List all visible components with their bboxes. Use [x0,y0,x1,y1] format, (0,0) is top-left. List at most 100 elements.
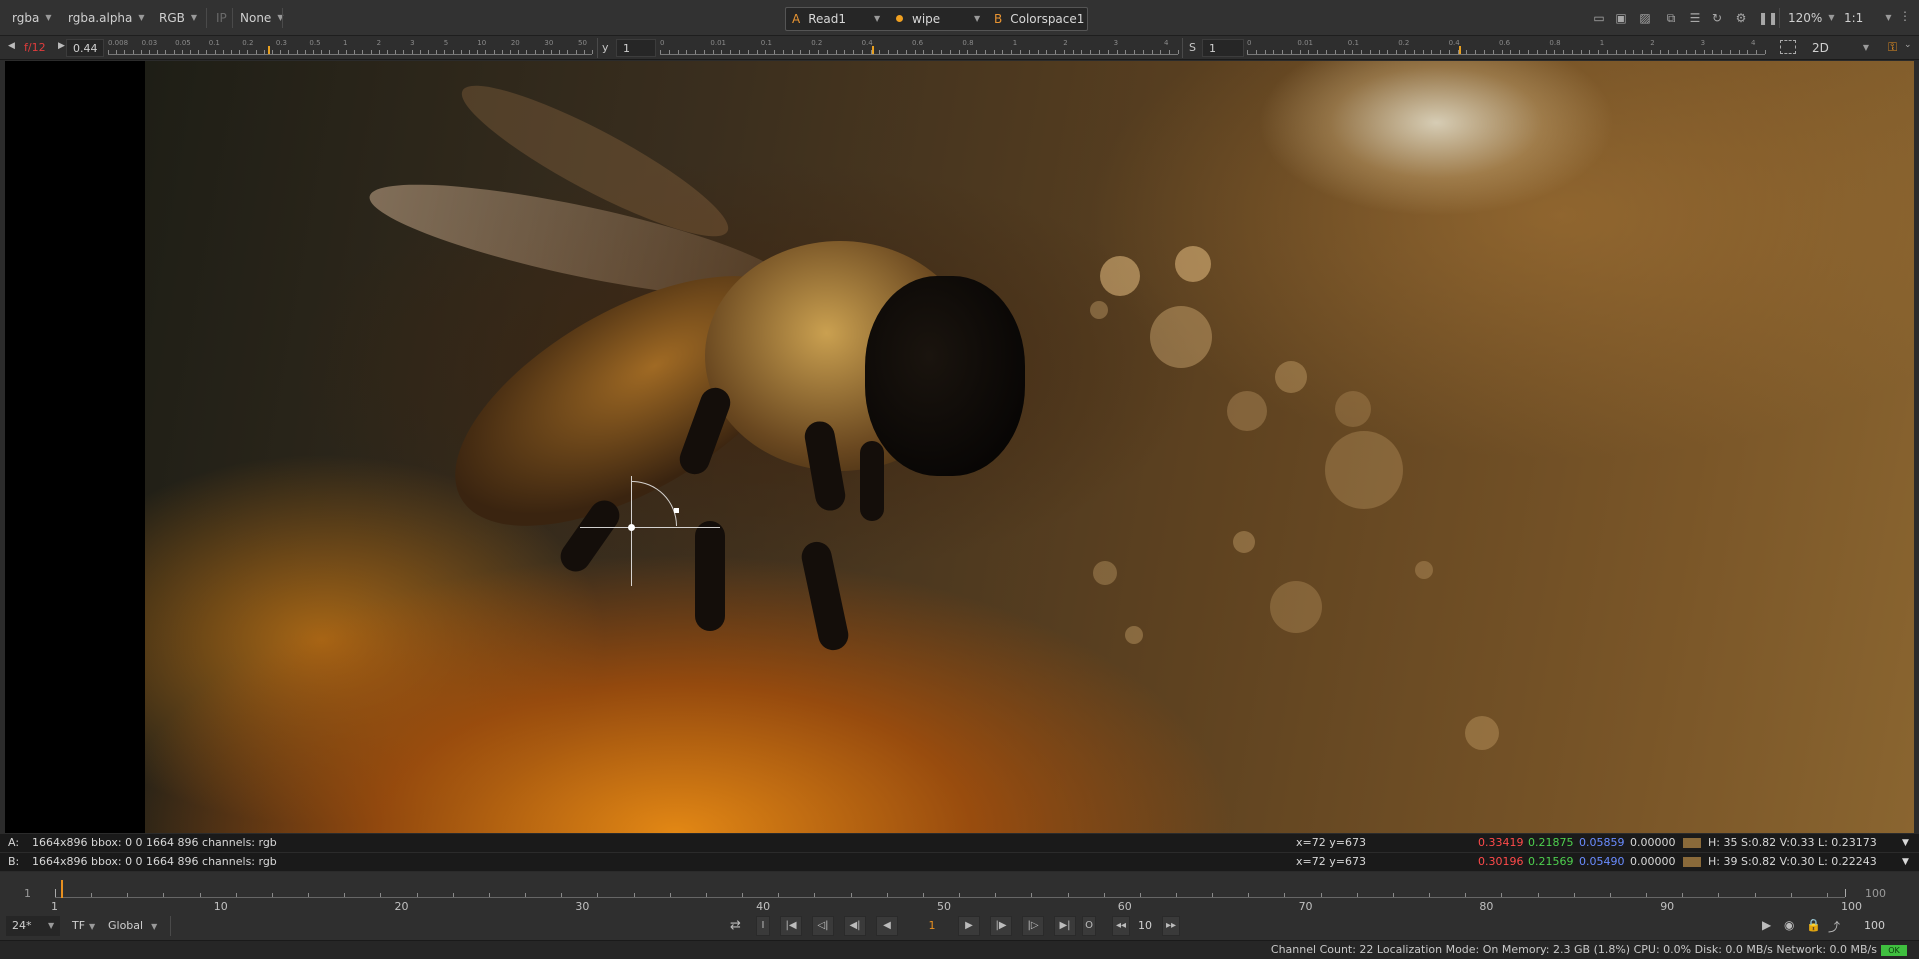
ruler-label: 0.03 [141,39,158,47]
ruler-value-marker[interactable] [872,46,875,54]
current-frame-field[interactable]: 1 [910,916,954,936]
ruler-tick [774,50,776,54]
proxy-dropdown[interactable]: 1:1 ▼ [1838,7,1891,29]
time-format-dropdown[interactable]: TF ▼ [66,916,95,936]
chevron-down-icon[interactable]: ▼ [1902,834,1909,852]
ruler-tick [686,50,688,54]
gain-slider[interactable]: 0.008 0.03 0.05 0.1 0.2 0.3 0.5 1 2 3 5 10 20 30 50 [108,39,593,55]
timeline-tick [850,893,852,897]
ruler-tick [1747,50,1749,54]
gamma-field[interactable]: 1 [616,39,656,57]
ruler-tick [304,50,306,54]
viewer-canvas[interactable] [5,61,1914,833]
input-b-dropdown[interactable]: B Colorspace1 [994,8,1086,30]
display-options-icon[interactable]: ☰ [1688,11,1702,25]
channels-dropdown[interactable]: rgba ▼ [6,7,51,29]
ruler-value-marker[interactable] [1459,46,1462,54]
chevron-down-icon[interactable]: ▼ [1902,853,1909,871]
timeline-tick [380,893,382,897]
flipbook-icon[interactable]: ▶ [1762,918,1771,932]
ruler-tick [272,50,274,54]
capture-icon[interactable]: ◉ [1784,918,1794,932]
chevron-down-icon: ▼ [45,13,52,22]
gear-icon[interactable]: ⚙ [1734,11,1748,25]
playhead[interactable] [61,880,63,898]
ruler-tick [1299,50,1301,54]
clipping-warning-icon[interactable]: ▨ [1638,11,1652,25]
ruler-tick [1527,50,1529,54]
previous-increment-icon[interactable]: ◀| [844,916,866,936]
ruler-tick [1169,50,1171,54]
display-channels-dropdown[interactable]: RGB ▼ [153,7,197,29]
increment-field[interactable]: 10 [1134,916,1160,936]
ruler-tick [542,50,544,54]
end-frame-field[interactable]: 100 [1858,916,1902,936]
play-forward-icon[interactable]: ▶ [958,916,980,936]
timeline-tick [1429,893,1431,897]
chevron-down-icon: ▼ [874,14,881,23]
out-point-button[interactable]: O [1082,916,1096,936]
export-icon[interactable]: ⤴ [1828,918,1840,935]
refresh-icon[interactable]: ↻ [1710,11,1724,25]
format-info-a: 1664x896 bbox: 0 0 1664 896 channels: rg… [32,836,277,849]
ruler-value-marker[interactable] [267,46,270,54]
range-dropdown[interactable]: Global ▼ [102,916,157,936]
input-label-a: A: [8,836,20,849]
compare-mode-dropdown[interactable]: wipe ▼ [896,8,986,30]
ruler-tick [993,50,995,54]
in-point-button[interactable]: I [756,916,770,936]
chevron-down-icon[interactable]: ⌄ [1904,40,1912,50]
skip-forward-icon[interactable]: ▸▸ [1162,916,1180,936]
wipe-mix-handle[interactable] [674,508,679,513]
alpha-channel-dropdown[interactable]: rgba.alpha ▼ [62,7,145,29]
gamma-slider[interactable]: 0 0.01 0.1 0.2 0.4 0.6 0.8 1 2 3 4 [660,39,1179,55]
next-increment-icon[interactable]: |▶ [990,916,1012,936]
first-frame-icon[interactable]: |◀ [780,916,802,936]
lut-dropdown[interactable]: None ▼ [234,7,283,29]
ruler-label: 0.1 [760,39,772,47]
timeline-tick [922,893,924,897]
masking-ratio-icon[interactable]: ⧉ [1664,11,1678,25]
wipe-center-handle[interactable] [628,524,635,531]
fstop-decrement-icon[interactable]: ◀ [8,41,15,51]
ruler-tick [923,50,925,54]
ruler-tick [411,50,413,54]
more-icon[interactable]: ⋮ [1898,9,1912,23]
alpha-value-b: 0.00000 [1630,855,1676,868]
lock-icon[interactable]: ⚿ [1888,40,1902,54]
ruler-tick [1624,50,1626,54]
ip-button[interactable]: IP [210,7,227,29]
loop-mode-icon[interactable]: ⇄ [730,918,741,933]
gain-field[interactable]: 0.44 [66,39,104,57]
roi-toggle-icon[interactable] [1780,40,1796,54]
skip-back-icon[interactable]: ◂◂ [1112,916,1130,936]
view-mode-dropdown[interactable]: 2D ▼ [1806,37,1869,59]
ruler-tick [1413,50,1415,54]
previous-keyframe-icon[interactable]: ◁| [812,916,834,936]
input-a-dropdown[interactable]: A Read1 ▼ [792,8,888,30]
play-backward-icon[interactable]: ◀ [876,916,898,936]
saturation-slider[interactable]: 0 0.01 0.1 0.2 0.4 0.6 0.8 1 2 3 4 [1247,39,1766,55]
next-keyframe-icon[interactable]: |▷ [1022,916,1044,936]
roi-icon[interactable]: ▭ [1592,11,1606,25]
fps-dropdown[interactable]: 24* ▼ [6,916,60,936]
pause-icon[interactable]: ❚❚ [1758,11,1778,25]
timeline-ruler[interactable] [55,884,1846,898]
ruler-tick [976,50,978,54]
saturation-field[interactable]: 1 [1202,39,1244,57]
zoom-dropdown[interactable]: 120% ▼ [1782,7,1834,29]
ruler-tick [1282,50,1284,54]
status-bar: Channel Count: 22 Localization Mode: On … [0,940,1919,959]
last-frame-icon[interactable]: ▶| [1054,916,1076,936]
lock-icon[interactable]: 🔒 [1806,918,1821,932]
ruler-tick [1492,50,1494,54]
fstop-increment-icon[interactable]: ▶ [58,41,65,51]
wipe-handle-horizontal[interactable] [580,527,720,528]
ruler-label: 10 [477,39,487,47]
ruler-tick [149,50,151,54]
ruler-tick [165,50,167,54]
bee-on-flower-image [145,61,1914,833]
overlay-icon[interactable]: ▣ [1614,11,1628,25]
ruler-tick [1011,50,1013,54]
ruler-tick [263,50,265,54]
